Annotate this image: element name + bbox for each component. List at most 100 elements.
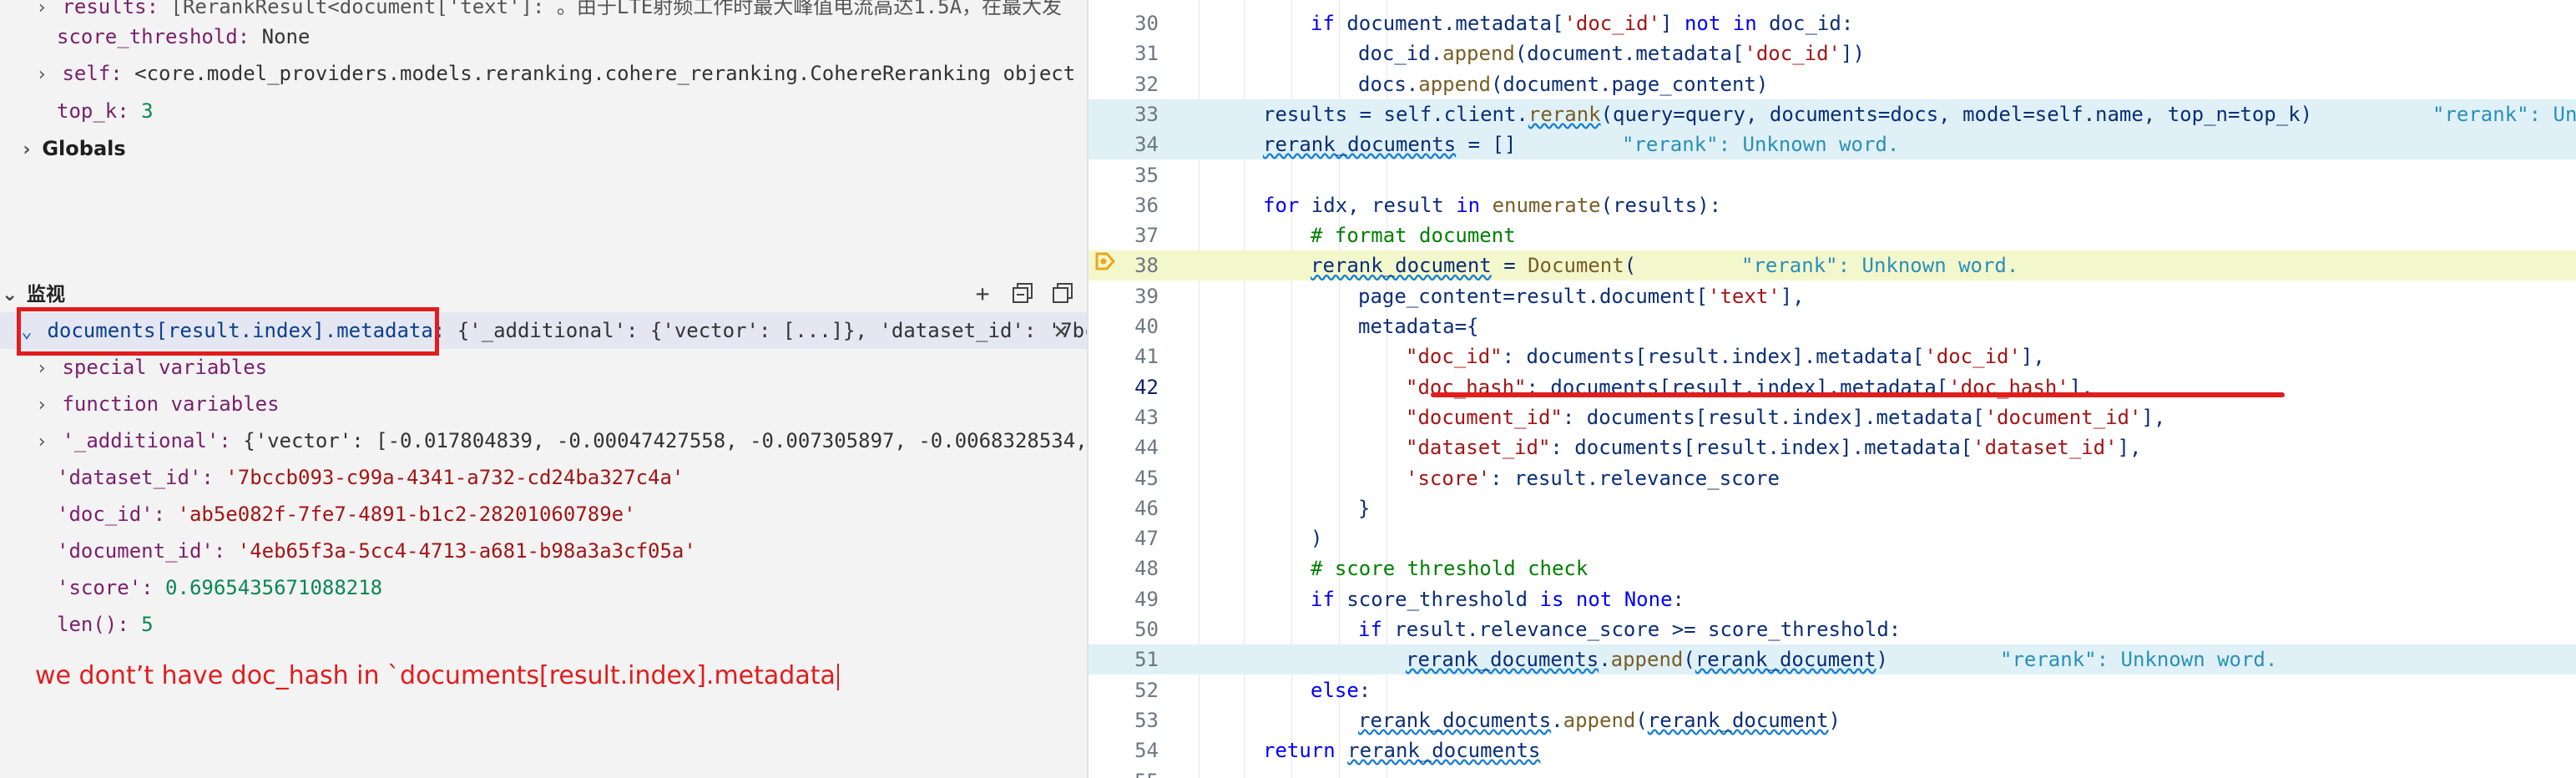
variable-row-top-k[interactable]: top_k: 3: [57, 93, 154, 129]
globals-scope[interactable]: › Globals: [18, 130, 125, 169]
expand-all-icon[interactable]: [1050, 281, 1075, 306]
code-text[interactable]: "document_id": documents[result.index].m…: [1406, 402, 2165, 432]
line-number[interactable]: 50: [1088, 614, 1159, 644]
line-number[interactable]: 33: [1088, 99, 1159, 129]
code-line[interactable]: 41 "doc_id": documents[result.index].meta…: [1088, 341, 2576, 371]
code-line[interactable]: 47): [1088, 523, 2576, 553]
line-number[interactable]: 35: [1088, 160, 1159, 190]
code-text[interactable]: "dataset_id": documents[result.index].me…: [1406, 432, 2141, 462]
add-icon[interactable]: +: [970, 281, 995, 306]
code-text[interactable]: for idx, result in enumerate(results):: [1263, 190, 1721, 220]
line-number[interactable]: 55: [1088, 766, 1159, 778]
code-text[interactable]: if score_threshold is not None:: [1311, 584, 1685, 614]
line-number[interactable]: 54: [1088, 735, 1159, 765]
code-line[interactable]: 30 if document.metadata['doc_id'] not in …: [1088, 8, 2576, 38]
line-number[interactable]: 32: [1088, 69, 1159, 99]
code-line[interactable]: 32 docs.append(document.page_content): [1088, 69, 2576, 99]
code-line[interactable]: 45 'score': result.relevance_score: [1088, 463, 2576, 493]
line-number[interactable]: 49: [1088, 584, 1159, 614]
breakpoint-arrow-icon[interactable]: [1095, 252, 1115, 270]
code-line[interactable]: 48 # score threshold check: [1088, 553, 2576, 584]
code-line[interactable]: 37 # format document: [1088, 220, 2576, 250]
code-text[interactable]: rerank_documents.append(rerank_document): [1358, 705, 1841, 735]
line-number[interactable]: 34: [1088, 129, 1159, 159]
code-text[interactable]: 'score': result.relevance_score: [1406, 463, 1780, 493]
line-number[interactable]: 43: [1088, 402, 1159, 432]
line-number[interactable]: 47: [1088, 523, 1159, 553]
variable-row-self[interactable]: › self: <core.model_providers.models.rer…: [33, 55, 1087, 92]
chevron-right-icon[interactable]: ›: [33, 387, 50, 424]
watch-section-header[interactable]: ⌄ 监视: [0, 278, 1087, 311]
line-number[interactable]: 30: [1088, 8, 1159, 38]
code-line[interactable]: 36 for idx, result in enumerate(results):: [1088, 190, 2576, 220]
line-number[interactable]: 31: [1088, 38, 1159, 68]
code-line[interactable]: 39 page_content=result.document['text'],: [1088, 281, 2576, 311]
line-number[interactable]: 52: [1088, 675, 1159, 705]
line-number[interactable]: 48: [1088, 553, 1159, 584]
line-number[interactable]: 51: [1088, 644, 1159, 674]
code-text[interactable]: if document.metadata['doc_id'] not in do…: [1311, 8, 1853, 38]
code-line[interactable]: 49 if score_threshold is not None:: [1088, 584, 2576, 614]
code-line[interactable]: 33 results = self.client.rerank(query=que…: [1088, 99, 2576, 129]
line-number[interactable]: 36: [1088, 190, 1159, 220]
close-icon[interactable]: ✕: [1048, 318, 1073, 343]
chevron-right-icon[interactable]: ›: [33, 0, 50, 27]
code-text[interactable]: results = self.client.rerank(query=query…: [1263, 99, 2312, 129]
code-text[interactable]: ): [1311, 523, 1322, 553]
code-text[interactable]: return rerank_documents: [1263, 735, 1540, 765]
code-text[interactable]: "doc_id": documents[result.index].metada…: [1406, 341, 2045, 371]
chevron-right-icon[interactable]: ›: [33, 57, 50, 93]
code-line[interactable]: 46}: [1088, 493, 2576, 523]
watch-child-special-variables[interactable]: › special variables: [33, 349, 267, 386]
line-number[interactable]: 42: [1088, 372, 1159, 402]
code-text[interactable]: rerank_document = Document(: [1311, 250, 1636, 280]
line-number[interactable]: 46: [1088, 493, 1159, 523]
watch-child-dataset-id[interactable]: 'dataset_id': '7bccb093-c99a-4341-a732-c…: [57, 459, 684, 496]
line-number[interactable]: 45: [1088, 463, 1159, 493]
line-number[interactable]: 40: [1088, 311, 1159, 341]
watch-child-score[interactable]: 'score': 0.6965435671088218: [57, 569, 382, 606]
code-text[interactable]: # score threshold check: [1311, 553, 1588, 584]
chevron-right-icon[interactable]: ›: [33, 351, 50, 387]
watch-child-function-variables[interactable]: › function variables: [33, 386, 279, 424]
collapse-all-icon[interactable]: [1010, 281, 1035, 306]
code-text[interactable]: # format document: [1311, 220, 1516, 250]
annotation-note[interactable]: we dont’t have doc_hash in `documents[re…: [35, 661, 839, 690]
code-line[interactable]: 52 else:: [1088, 675, 2576, 705]
code-text[interactable]: "doc_hash": documents[result.index].meta…: [1406, 372, 2094, 402]
line-number[interactable]: 44: [1088, 432, 1159, 462]
code-line[interactable]: 34 rerank_documents = [] "rerank": Unknown…: [1088, 129, 2576, 160]
watch-child-additional[interactable]: › '_additional': {'vector': [-0.01780483…: [33, 422, 1087, 459]
variable-row-score-threshold[interactable]: score_threshold: None: [57, 18, 310, 55]
chevron-down-icon[interactable]: ⌄: [2, 278, 20, 311]
code-line[interactable]: 42 "doc_hash": documents[result.index].me…: [1088, 372, 2576, 402]
chevron-right-icon[interactable]: ›: [33, 424, 50, 461]
watch-child-document-id[interactable]: 'document_id': '4eb65f3a-5cc4-4713-a681-…: [57, 533, 696, 569]
code-line[interactable]: 50 if result.relevance_score >= score_thr…: [1088, 614, 2576, 644]
code-line[interactable]: 55: [1088, 766, 2576, 778]
code-text[interactable]: if result.relevance_score >= score_thres…: [1358, 614, 1901, 644]
code-line[interactable]: 43 "document_id": documents[result.index]…: [1088, 402, 2576, 432]
code-editor[interactable]: 30 if document.metadata['doc_id'] not in …: [1088, 0, 2576, 778]
code-text[interactable]: }: [1358, 493, 1370, 523]
code-text[interactable]: else:: [1311, 675, 1371, 705]
code-line[interactable]: 44 "dataset_id": documents[result.index].…: [1088, 432, 2576, 462]
line-number[interactable]: 41: [1088, 341, 1159, 371]
code-text[interactable]: doc_id.append(document.metadata['doc_id'…: [1358, 38, 1865, 68]
line-number[interactable]: 37: [1088, 220, 1159, 250]
line-number[interactable]: 53: [1088, 705, 1159, 735]
code-text[interactable]: rerank_documents.append(rerank_document): [1406, 644, 1888, 674]
code-text[interactable]: page_content=result.document['text'],: [1358, 281, 1805, 311]
code-text[interactable]: metadata={: [1358, 311, 1479, 341]
code-text[interactable]: docs.append(document.page_content): [1358, 69, 1768, 99]
code-line[interactable]: 54 return rerank_documents: [1088, 735, 2576, 765]
code-line[interactable]: 35: [1088, 160, 2576, 190]
watch-child-len[interactable]: len(): 5: [57, 606, 154, 643]
line-number[interactable]: 39: [1088, 281, 1159, 311]
chevron-right-icon[interactable]: ›: [18, 132, 35, 169]
code-line[interactable]: 53 rerank_documents.append(rerank_documen…: [1088, 705, 2576, 735]
code-text[interactable]: rerank_documents = []: [1263, 129, 1516, 159]
watch-child-doc-id[interactable]: 'doc_id': 'ab5e082f-7fe7-4891-b1c2-28201…: [57, 496, 636, 533]
code-line[interactable]: 51 rerank_documents.append(rerank_documen…: [1088, 644, 2576, 675]
code-line[interactable]: 38 rerank_document = Document("rerank": U…: [1088, 250, 2576, 281]
